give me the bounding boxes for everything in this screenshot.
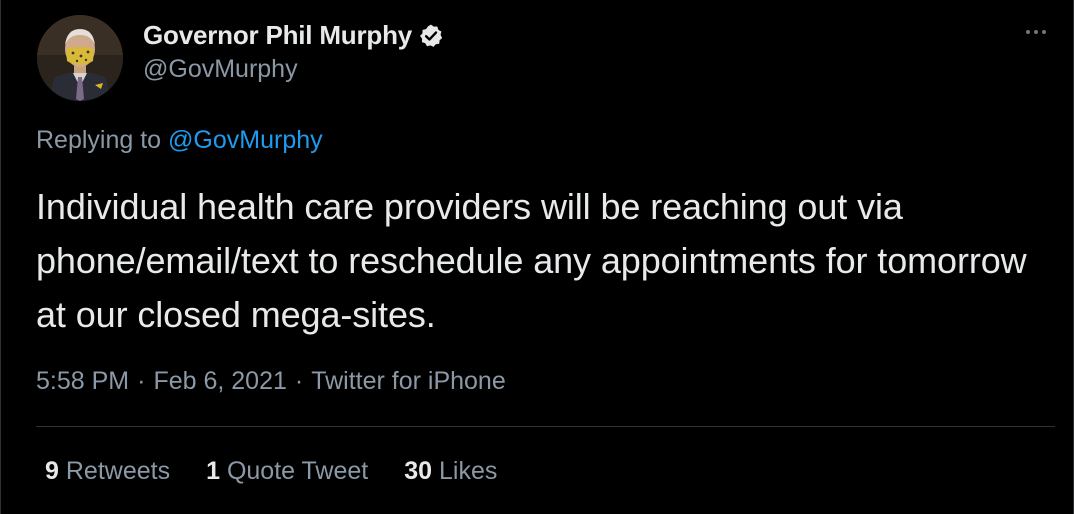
quote-tweets-label: Quote Tweet [226,457,369,485]
tweet-source[interactable]: Twitter for iPhone [311,367,506,396]
tweet-text: Individual health care providers will be… [36,186,1027,335]
more-options-icon[interactable] [1021,22,1051,42]
replying-to: Replying to @GovMurphy [36,126,323,155]
tweet-stats: 9 Retweets 1 Quote Tweet 30 Likes [45,457,497,486]
meta-separator: · [294,367,304,395]
tweet-card: Governor Phil Murphy @GovMurphy Replying… [0,0,1074,514]
quote-tweets-count: 1 [206,457,220,485]
likes-stat[interactable]: 30 Likes [404,457,497,486]
replying-prefix: Replying to [36,126,162,154]
retweets-stat[interactable]: 9 Retweets [45,457,170,486]
likes-label: Likes [439,457,498,485]
tweet-meta: 5:58 PM · Feb 6, 2021 · Twitter for iPho… [36,367,506,396]
author-display-name[interactable]: Governor Phil Murphy [143,20,412,51]
tweet-time[interactable]: 5:58 PM [36,367,129,396]
divider [36,426,1055,427]
author-name-row[interactable]: Governor Phil Murphy [143,20,444,51]
likes-count: 30 [404,457,433,485]
retweets-label: Retweets [65,457,171,485]
verified-badge-icon [418,23,444,49]
meta-separator: · [137,367,146,395]
reply-to-handle-link[interactable]: @GovMurphy [168,126,323,154]
quote-tweets-stat[interactable]: 1 Quote Tweet [206,457,368,486]
avatar[interactable] [37,15,123,101]
retweets-count: 9 [45,457,59,485]
author-handle[interactable]: @GovMurphy [143,55,298,84]
tweet-date[interactable]: Feb 6, 2021 [153,367,286,396]
